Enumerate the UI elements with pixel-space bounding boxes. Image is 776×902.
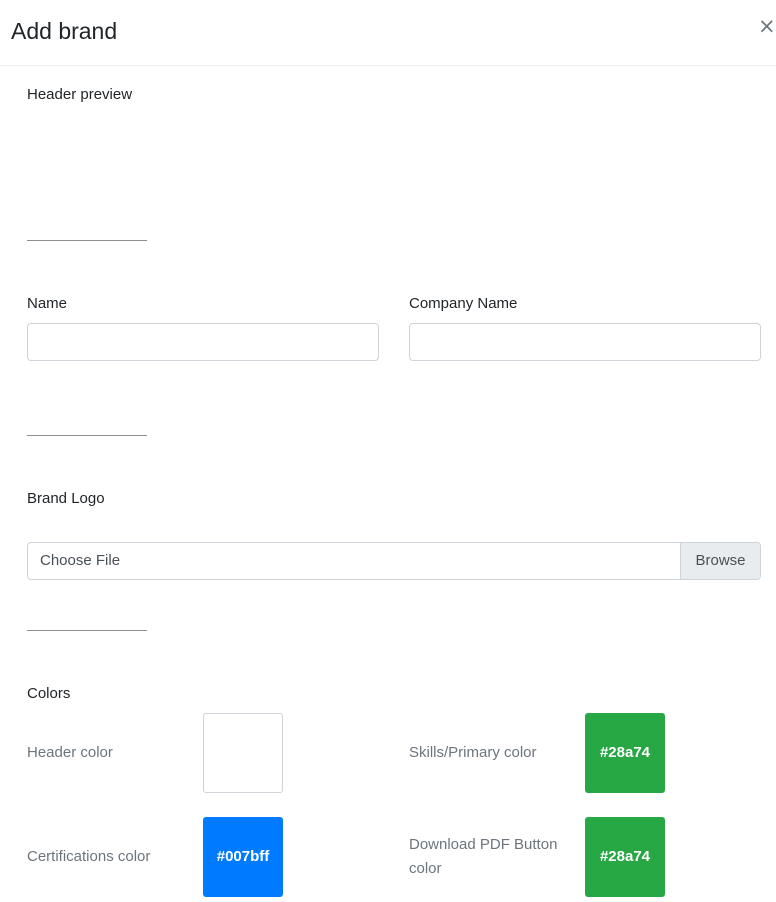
header-preview-label: Header preview [27, 86, 133, 103]
company-name-label: Company Name [409, 295, 518, 312]
skills-primary-color-label: Skills/Primary color [409, 744, 537, 761]
header-color-swatch[interactable] [203, 713, 283, 793]
company-name-input[interactable] [409, 323, 761, 361]
certifications-color-swatch[interactable]: #007bff [203, 817, 283, 897]
modal-title: Add brand [11, 18, 118, 44]
header-preview-area [27, 110, 761, 230]
divider [27, 240, 147, 241]
modal-header: Add brand × [0, 0, 776, 66]
divider [27, 435, 147, 436]
file-input-text: Choose File [40, 552, 121, 569]
name-label: Name [27, 295, 68, 312]
browse-button[interactable]: Browse [680, 543, 760, 579]
brand-logo-file-input[interactable]: Choose File Browse [27, 542, 761, 580]
add-brand-modal: Add brand × Header preview Name Company … [0, 0, 776, 902]
skills-primary-color-swatch[interactable]: #28a74 [585, 713, 665, 793]
close-icon[interactable]: × [758, 14, 776, 38]
divider [27, 630, 147, 631]
download-pdf-button-color-swatch[interactable]: #28a74 [585, 817, 665, 897]
colors-label: Colors [27, 685, 71, 702]
certifications-color-label: Certifications color [27, 848, 151, 865]
header-color-label: Header color [27, 744, 113, 761]
name-input[interactable] [27, 323, 379, 361]
brand-logo-label: Brand Logo [27, 490, 105, 507]
download-pdf-button-color-label: Download PDF Button color [409, 836, 558, 877]
